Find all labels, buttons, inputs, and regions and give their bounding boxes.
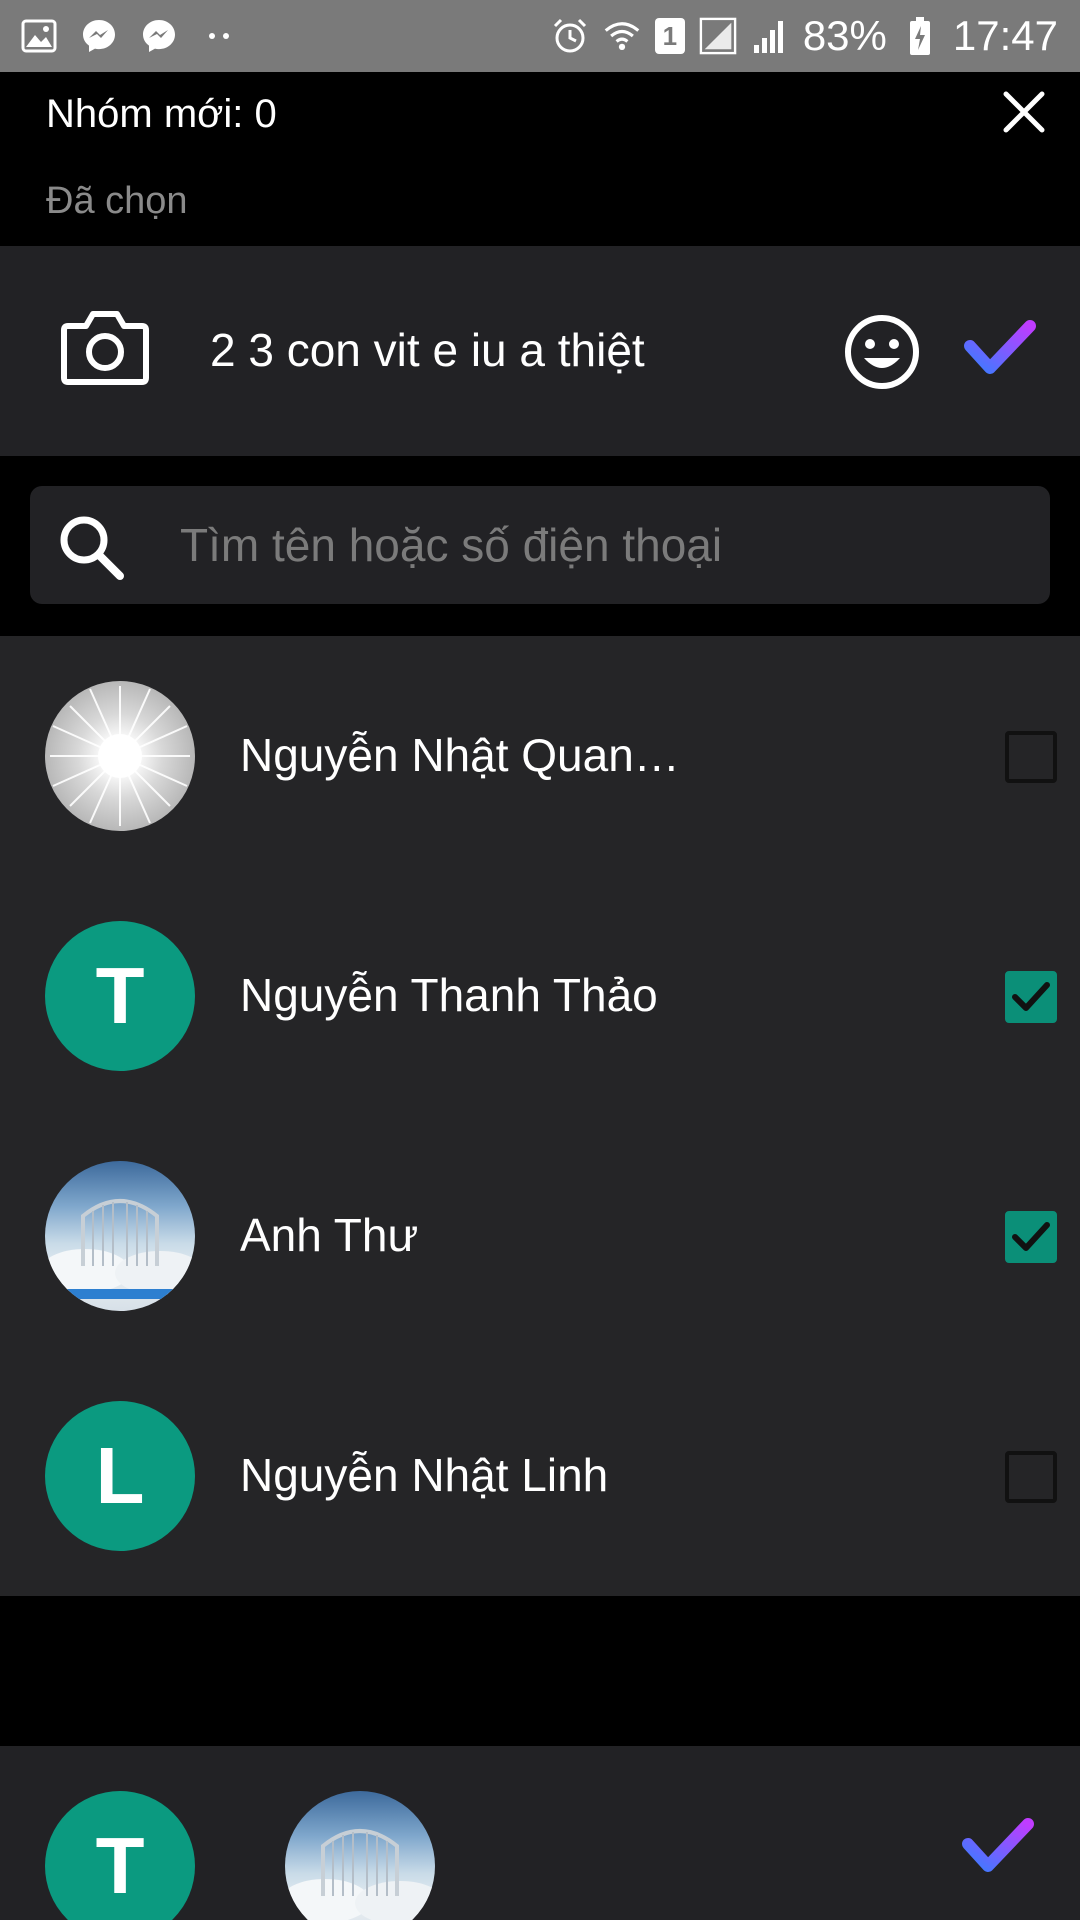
more-dots-icon xyxy=(200,17,238,55)
smiley-icon xyxy=(845,315,919,389)
signal-icon xyxy=(751,17,789,55)
wifi-icon xyxy=(603,17,641,55)
close-button[interactable] xyxy=(994,82,1054,142)
contact-row[interactable]: L Nguyễn Nhật Linh xyxy=(0,1356,1080,1596)
selected-chip-avatar[interactable]: T xyxy=(45,1791,195,1920)
battery-percent: 83% xyxy=(802,12,887,59)
emoji-button[interactable] xyxy=(842,312,922,392)
clock: 17:47 xyxy=(952,12,1058,59)
checkmark-icon xyxy=(964,320,1036,374)
page-title: Nhóm mới: 0 xyxy=(46,92,277,136)
battery-icon xyxy=(901,17,939,55)
avatar xyxy=(45,681,195,831)
contact-row[interactable]: T Nguyễn Thanh Thảo xyxy=(0,876,1080,1116)
group-name-field[interactable] xyxy=(210,320,810,380)
selected-members-bar: T xyxy=(0,1746,1080,1920)
signal-icon xyxy=(699,17,737,55)
selected-label: Đã chọn xyxy=(46,180,188,222)
contact-row[interactable]: Nguyễn Nhật Quan… xyxy=(0,636,1080,876)
search-box[interactable] xyxy=(30,486,1050,604)
status-bar: 1 83% 17:47 xyxy=(0,0,1080,72)
messenger-icon xyxy=(140,17,178,55)
contact-name: Nguyễn Nhật Linh xyxy=(240,1449,609,1501)
select-checkbox[interactable] xyxy=(1005,731,1057,783)
search-icon xyxy=(54,510,128,584)
check-icon xyxy=(1012,982,1050,1011)
header: Nhóm mới: 0 Đã chọn xyxy=(0,72,1080,246)
list-spacer xyxy=(0,1596,1080,1746)
sim-badge: 1 xyxy=(654,18,685,54)
select-checkbox[interactable] xyxy=(1005,971,1057,1023)
group-name-row xyxy=(0,246,1080,456)
contact-name: Nguyễn Thanh Thảo xyxy=(240,969,658,1021)
contact-name: Anh Thư xyxy=(240,1209,419,1261)
checkmark-icon xyxy=(962,1818,1034,1872)
contact-row[interactable]: Anh Thư xyxy=(0,1116,1080,1356)
messenger-icon xyxy=(80,17,118,55)
gallery-icon xyxy=(20,17,58,55)
contact-list: Nguyễn Nhật Quan… T Nguyễn Thanh Thảo An… xyxy=(0,636,1080,1596)
confirm-button[interactable] xyxy=(962,316,1038,378)
search-input[interactable] xyxy=(180,510,1020,580)
selected-chip-avatar[interactable] xyxy=(285,1791,435,1920)
contact-name: Nguyễn Nhật Quan… xyxy=(240,729,680,781)
search-section xyxy=(0,456,1080,636)
select-checkbox[interactable] xyxy=(1005,1451,1057,1503)
check-icon xyxy=(1012,1222,1050,1251)
avatar xyxy=(45,1161,195,1311)
select-checkbox[interactable] xyxy=(1005,1211,1057,1263)
close-icon xyxy=(1003,91,1045,133)
camera-button[interactable] xyxy=(60,308,150,388)
avatar: L xyxy=(45,1401,195,1551)
camera-icon xyxy=(61,311,149,385)
alarm-icon xyxy=(551,17,589,55)
create-group-button[interactable] xyxy=(960,1814,1036,1876)
avatar: T xyxy=(45,921,195,1071)
